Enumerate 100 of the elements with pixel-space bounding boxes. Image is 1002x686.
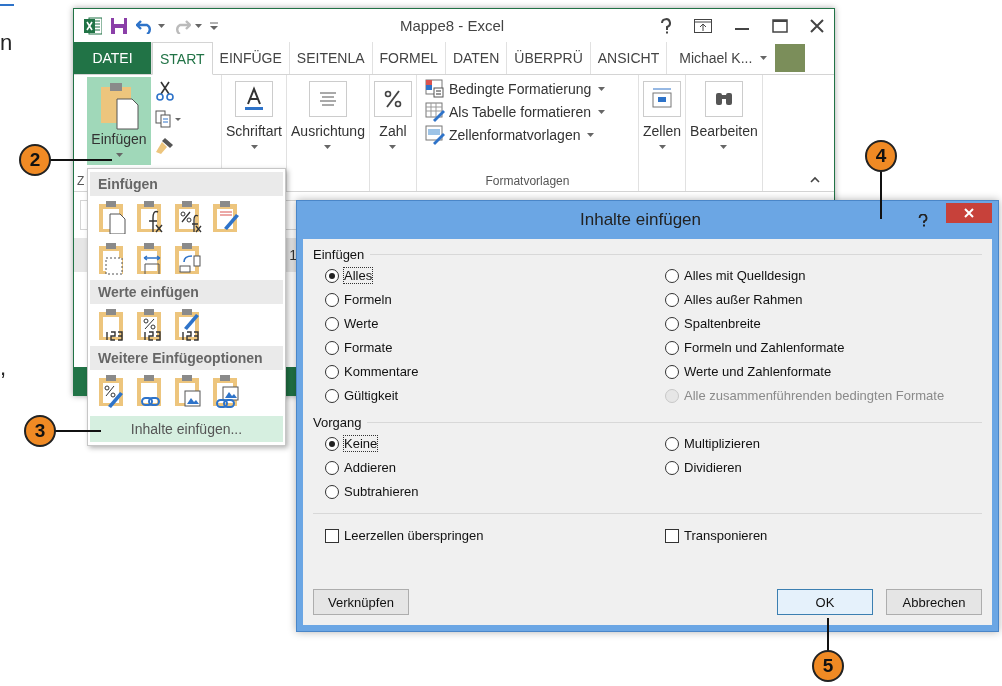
- caret-icon: [720, 145, 728, 149]
- clipboard-icon[interactable]: [174, 374, 202, 408]
- user-account-menu[interactable]: Michael K...: [667, 42, 776, 74]
- radio-option[interactable]: Addieren: [325, 458, 665, 477]
- menu-section-header: Einfügen: [90, 172, 283, 196]
- clipboard-icon[interactable]: [136, 308, 164, 342]
- window-title: Mappe8 - Excel: [398, 17, 506, 34]
- ribbon-group-button[interactable]: Zahl: [369, 75, 417, 191]
- paste-button[interactable]: Einfügen: [87, 77, 151, 165]
- leader-line: [827, 618, 829, 651]
- cell-style-icon: [424, 125, 445, 145]
- ribbon-tab[interactable]: FORMEL: [372, 42, 446, 74]
- caret-icon: [587, 133, 595, 137]
- paintbrush-icon[interactable]: [155, 137, 175, 155]
- menu-section-header: Werte einfügen: [90, 280, 283, 304]
- help-icon[interactable]: [918, 213, 928, 227]
- align-center-icon: [309, 81, 347, 117]
- ribbon-menu-button[interactable]: Bedingte Formatierung: [424, 79, 606, 99]
- customize-caret-icon[interactable]: [210, 21, 218, 30]
- undo-icon[interactable]: [136, 17, 154, 34]
- radio-option[interactable]: Dividieren: [665, 458, 982, 477]
- file-tab[interactable]: DATEI: [74, 42, 152, 74]
- radio-option[interactable]: Subtrahieren: [325, 482, 665, 501]
- radio-option: Alle zusammenführenden bedingten Formate: [665, 386, 982, 405]
- ribbon-tab[interactable]: START: [152, 42, 213, 75]
- radio-option[interactable]: Werte: [325, 314, 665, 333]
- radio-option[interactable]: Spaltenbreite: [665, 314, 982, 333]
- radio-option[interactable]: Werte und Zahlenformate: [665, 362, 982, 381]
- clipboard-icon[interactable]: [212, 200, 240, 234]
- help-icon[interactable]: [660, 17, 672, 34]
- menu-section-header: Weitere Einfügeoptionen: [90, 346, 283, 370]
- step-number-badge: 3: [24, 415, 56, 447]
- ribbon-tab[interactable]: DATEN: [445, 42, 508, 74]
- close-icon: [964, 208, 974, 218]
- copy-icon[interactable]: [155, 110, 181, 128]
- clipboard-icon[interactable]: [136, 242, 164, 276]
- radio-option[interactable]: Keine: [325, 434, 665, 453]
- leader-line: [55, 430, 101, 432]
- dialog-button[interactable]: Verknüpfen: [313, 589, 409, 615]
- dialog-button[interactable]: OK: [777, 589, 873, 615]
- ribbon-tab[interactable]: EINFÜGE: [212, 42, 290, 74]
- ribbon-menu-button[interactable]: Als Tabelle formatieren: [424, 102, 606, 122]
- radio-option[interactable]: Alles mit Quelldesign: [665, 266, 982, 285]
- caret-icon: [195, 23, 202, 28]
- group-title: Vorgang: [313, 415, 362, 430]
- clipboard-icon[interactable]: [98, 374, 126, 408]
- caret-icon: [598, 110, 606, 114]
- caret-icon: [389, 145, 397, 149]
- clipboard-icon[interactable]: [174, 200, 202, 234]
- radio-option[interactable]: Alles: [325, 266, 665, 285]
- checkbox-option[interactable]: Transponieren: [665, 526, 982, 545]
- redo-icon: [173, 17, 191, 34]
- caret-icon: [324, 145, 332, 149]
- radio-option[interactable]: Formeln: [325, 290, 665, 309]
- close-icon[interactable]: [810, 18, 824, 33]
- ribbon-group-button[interactable]: Bearbeiten: [686, 75, 763, 191]
- rule-line: [0, 4, 14, 6]
- radio-option[interactable]: Alles außer Rahmen: [665, 290, 982, 309]
- clipboard-icon[interactable]: [98, 308, 126, 342]
- clipboard-icon[interactable]: [98, 242, 126, 276]
- collapse-ribbon-icon[interactable]: [810, 176, 820, 183]
- clipboard-icon[interactable]: [174, 242, 202, 276]
- ribbon-menu-button[interactable]: Zellenformatvorlagen: [424, 125, 595, 145]
- ribbon-group-button[interactable]: Zellen: [638, 75, 687, 191]
- step-number-badge: 4: [865, 140, 897, 172]
- radio-option[interactable]: Formate: [325, 338, 665, 357]
- group-title: Einfügen: [313, 247, 365, 262]
- step-number-badge: 5: [812, 650, 844, 682]
- maximize-icon[interactable]: [772, 18, 788, 33]
- percent-icon: [373, 81, 412, 117]
- clipboard-icon[interactable]: [98, 200, 126, 234]
- font-color-icon: [235, 81, 273, 117]
- clipboard-icon[interactable]: [136, 374, 164, 408]
- radio-option[interactable]: Formeln und Zahlenformate: [665, 338, 982, 357]
- close-button[interactable]: [946, 203, 992, 223]
- binoculars-icon: [704, 81, 743, 117]
- table-brush-icon: [424, 102, 445, 122]
- table-cells-icon: [643, 81, 681, 117]
- clipboard-icon[interactable]: [136, 200, 164, 234]
- caret-icon: [598, 87, 606, 91]
- dialog-title: Inhalte einfügen: [579, 210, 702, 230]
- avatar-image: [775, 44, 806, 72]
- ribbon-display-icon[interactable]: [694, 18, 712, 33]
- ribbon-tab[interactable]: ANSICHT: [590, 42, 668, 74]
- menu-item[interactable]: Inhalte einfügen...: [90, 416, 283, 442]
- radio-option[interactable]: Multiplizieren: [665, 434, 982, 453]
- ribbon-group-button[interactable]: Ausrichtung: [287, 75, 370, 191]
- radio-option[interactable]: Kommentare: [325, 362, 665, 381]
- dialog-button[interactable]: Abbrechen: [886, 589, 982, 615]
- caret-icon: [658, 145, 666, 149]
- caret-icon: [158, 23, 165, 28]
- clipboard-icon[interactable]: [174, 308, 202, 342]
- clipboard-icon[interactable]: [212, 374, 240, 408]
- ribbon-tab[interactable]: SEITENLA: [289, 42, 373, 74]
- ribbon-tab[interactable]: ÜBERPRÜ: [507, 42, 591, 74]
- radio-option[interactable]: Gültigkeit: [325, 386, 665, 405]
- checkbox-option[interactable]: Leerzellen überspringen: [325, 526, 665, 545]
- scissors-icon[interactable]: [155, 81, 175, 101]
- text-fragment: n: [0, 30, 13, 56]
- excel-logo-icon[interactable]: [84, 16, 102, 35]
